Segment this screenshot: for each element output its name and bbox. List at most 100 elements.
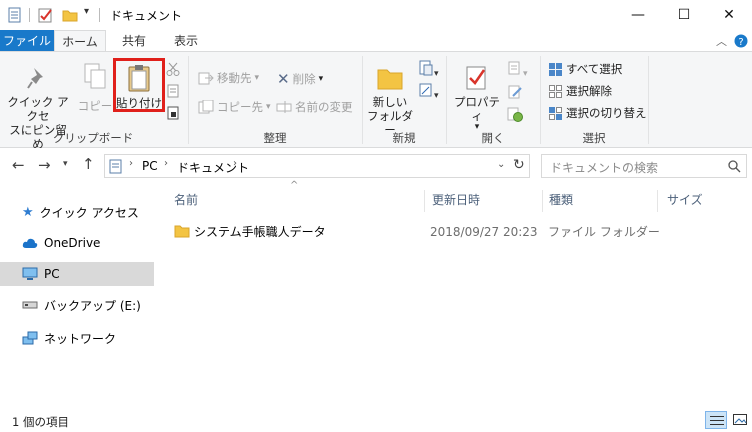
- details-view-button[interactable]: [705, 411, 727, 429]
- window-title: ドキュメント: [110, 9, 183, 23]
- properties-check-icon[interactable]: [38, 7, 54, 23]
- status-bar: 1 個の項目: [0, 408, 752, 432]
- copy-icon: [84, 63, 106, 89]
- file-list: ^ 名前 更新日時 種類 サイズ システム手帳職人データ 2018/09/27 …: [158, 180, 752, 406]
- nav-item-network[interactable]: ネットワーク: [0, 326, 154, 350]
- search-box[interactable]: ドキュメントの検索: [541, 154, 747, 178]
- address-dropdown-icon[interactable]: ⌄: [497, 159, 505, 170]
- large-icons-view-button[interactable]: [731, 412, 749, 428]
- ribbon: クイック アクセ スにピン留め コピー 貼り付け クリップボード 移動先 ▾ コ…: [0, 51, 752, 151]
- table-row[interactable]: システム手帳職人データ 2018/09/27 20:23 ファイル フォルダー: [170, 222, 740, 242]
- sort-ascending-icon: ^: [290, 180, 299, 191]
- column-header-size[interactable]: サイズ: [667, 188, 703, 212]
- breadcrumb-chevron-icon[interactable]: ›: [233, 158, 237, 169]
- column-header-modified[interactable]: 更新日時: [432, 188, 480, 212]
- copy-button[interactable]: コピー: [77, 62, 113, 113]
- properties-icon: [466, 66, 486, 90]
- qa-dropdown-icon[interactable]: ▾: [84, 6, 89, 17]
- up-arrow-icon[interactable]: ↑: [82, 155, 95, 173]
- clipboard-group-label: クリップボード: [52, 131, 134, 145]
- column-divider[interactable]: [542, 190, 543, 212]
- back-arrow-icon[interactable]: ←: [12, 156, 25, 174]
- maximize-button[interactable]: ☐: [661, 0, 707, 30]
- title-bar: ▾ ドキュメント — ☐ ✕: [0, 0, 752, 30]
- file-name: システム手帳職人データ: [194, 225, 326, 239]
- properties-button[interactable]: プロパティ ▾: [450, 64, 504, 132]
- forward-arrow-icon[interactable]: →: [38, 156, 51, 174]
- move-to-label: 移動先: [217, 71, 252, 85]
- history-icon[interactable]: [507, 106, 523, 122]
- new-item-button[interactable]: ▾: [418, 60, 439, 79]
- nav-item-label: OneDrive: [44, 236, 101, 250]
- minimize-button[interactable]: —: [615, 0, 661, 30]
- file-modified: 2018/09/27 20:23: [430, 225, 538, 239]
- ribbon-separator: [648, 56, 649, 144]
- star-icon: ★: [22, 204, 34, 220]
- select-all-button[interactable]: すべて選択: [548, 61, 622, 77]
- svg-text:?: ?: [738, 37, 743, 48]
- address-bar[interactable]: › PC › ドキュメント › ⌄ ↻: [104, 154, 530, 178]
- move-to-icon: [198, 72, 214, 85]
- nav-item-quick-access[interactable]: ★ クイック アクセス: [0, 200, 154, 224]
- nav-item-label: バックアップ (E:): [44, 298, 141, 313]
- copy-to-label: コピー先: [217, 100, 263, 114]
- pin-label-line1: クイック アクセ: [7, 95, 69, 123]
- select-group-label: 選択: [582, 131, 606, 145]
- copy-to-button[interactable]: コピー先 ▾: [198, 99, 271, 115]
- copy-path-icon[interactable]: [166, 84, 180, 98]
- tab-home[interactable]: ホーム: [54, 30, 106, 52]
- invert-selection-label: 選択の切り替え: [566, 106, 647, 120]
- details-view-icon: [710, 416, 724, 425]
- title-separator: [99, 8, 100, 22]
- invert-selection-icon: [549, 106, 562, 120]
- refresh-icon[interactable]: ↻: [513, 157, 525, 173]
- open-button[interactable]: ▾: [507, 60, 528, 79]
- tab-share[interactable]: 共有: [112, 30, 156, 52]
- edit-icon[interactable]: [507, 84, 523, 100]
- column-header-name[interactable]: 名前: [174, 188, 198, 212]
- recent-locations-icon[interactable]: ▾: [63, 159, 68, 169]
- breadcrumb-chevron-icon[interactable]: ›: [164, 158, 168, 169]
- tab-file[interactable]: ファイル: [0, 30, 54, 52]
- new-folder-icon[interactable]: [62, 8, 78, 22]
- nav-item-label: ネットワーク: [44, 331, 117, 346]
- cut-icon[interactable]: [166, 62, 180, 76]
- new-folder-button[interactable]: 新しい フォルダー: [366, 64, 414, 137]
- paste-shortcut-icon[interactable]: [166, 106, 180, 120]
- document-icon[interactable]: [8, 7, 22, 23]
- select-none-button[interactable]: 選択解除: [548, 83, 612, 99]
- column-divider[interactable]: [657, 190, 658, 212]
- move-to-button[interactable]: 移動先 ▾: [198, 70, 259, 86]
- help-icon[interactable]: ?: [734, 34, 748, 48]
- column-header-type[interactable]: 種類: [549, 188, 573, 212]
- paste-button[interactable]: 貼り付け: [113, 58, 165, 112]
- breadcrumb-chevron-icon[interactable]: ›: [129, 158, 133, 169]
- breadcrumb-pc[interactable]: PC: [142, 159, 158, 173]
- select-all-label: すべて選択: [566, 62, 623, 76]
- new-folder-icon: [377, 69, 403, 90]
- invert-selection-button[interactable]: 選択の切り替え: [548, 105, 647, 121]
- nav-item-onedrive[interactable]: OneDrive: [0, 231, 154, 255]
- breadcrumb-documents[interactable]: ドキュメント: [177, 159, 249, 176]
- delete-button[interactable]: ✕ 削除 ▾: [277, 70, 323, 88]
- open-icon: [508, 61, 520, 75]
- select-all-icon: [549, 62, 562, 76]
- pin-icon: [27, 68, 43, 89]
- ribbon-tabs: ファイル ホーム 共有 表示 ︿ ?: [0, 30, 752, 52]
- rename-button[interactable]: 名前の変更: [276, 99, 353, 115]
- organize-group-label: 整理: [263, 131, 287, 145]
- copy-to-icon: [198, 100, 214, 114]
- close-button[interactable]: ✕: [706, 0, 752, 30]
- column-divider[interactable]: [424, 190, 425, 212]
- network-icon: [22, 331, 38, 345]
- collapse-ribbon-icon[interactable]: ︿: [716, 33, 727, 49]
- select-none-icon: [549, 84, 562, 98]
- nav-item-label: クイック アクセス: [39, 205, 139, 220]
- search-icon: [728, 160, 741, 173]
- nav-item-pc[interactable]: PC: [0, 262, 154, 286]
- nav-item-backup-drive[interactable]: バックアップ (E:): [0, 293, 154, 317]
- search-input[interactable]: ドキュメントの検索: [550, 159, 658, 176]
- tab-view[interactable]: 表示: [164, 30, 208, 52]
- copy-label: コピー: [77, 99, 113, 113]
- easy-access-button[interactable]: ▾: [418, 82, 439, 101]
